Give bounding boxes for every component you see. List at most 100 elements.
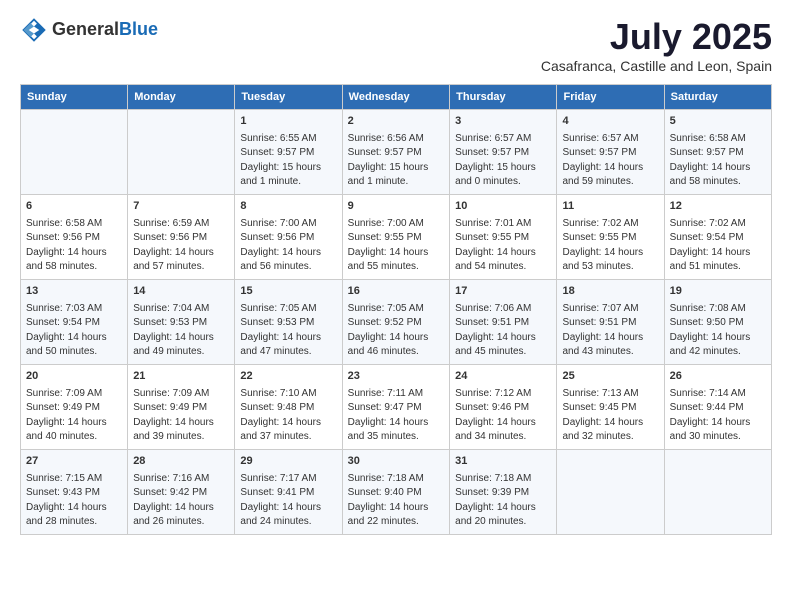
day-info: Daylight: 15 hours and 0 minutes. xyxy=(455,161,551,190)
day-info: Daylight: 14 hours and 26 minutes. xyxy=(133,501,229,530)
day-info: Sunset: 9:56 PM xyxy=(26,231,122,246)
day-info: Sunset: 9:51 PM xyxy=(562,316,658,331)
day-info: Daylight: 14 hours and 24 minutes. xyxy=(240,501,336,530)
day-info: Sunrise: 7:17 AM xyxy=(240,472,336,487)
day-info: Sunrise: 7:01 AM xyxy=(455,217,551,232)
day-info: Sunset: 9:57 PM xyxy=(240,146,336,161)
day-number: 7 xyxy=(133,199,229,215)
day-info: Sunset: 9:51 PM xyxy=(455,316,551,331)
day-cell: 23Sunrise: 7:11 AMSunset: 9:47 PMDayligh… xyxy=(342,364,450,449)
day-number: 10 xyxy=(455,199,551,215)
day-info: Daylight: 14 hours and 58 minutes. xyxy=(670,161,766,190)
day-info: Daylight: 14 hours and 51 minutes. xyxy=(670,246,766,275)
day-info: Sunset: 9:54 PM xyxy=(670,231,766,246)
day-number: 26 xyxy=(670,369,766,385)
day-number: 9 xyxy=(348,199,445,215)
day-number: 18 xyxy=(562,284,658,300)
day-cell: 29Sunrise: 7:17 AMSunset: 9:41 PMDayligh… xyxy=(235,449,342,534)
day-info: Daylight: 14 hours and 55 minutes. xyxy=(348,246,445,275)
day-number: 8 xyxy=(240,199,336,215)
day-cell: 18Sunrise: 7:07 AMSunset: 9:51 PMDayligh… xyxy=(557,279,664,364)
day-info: Daylight: 14 hours and 32 minutes. xyxy=(562,416,658,445)
day-cell: 2Sunrise: 6:56 AMSunset: 9:57 PMDaylight… xyxy=(342,110,450,195)
day-info: Sunset: 9:44 PM xyxy=(670,401,766,416)
day-info: Sunset: 9:46 PM xyxy=(455,401,551,416)
day-cell: 12Sunrise: 7:02 AMSunset: 9:54 PMDayligh… xyxy=(664,194,771,279)
day-info: Daylight: 14 hours and 54 minutes. xyxy=(455,246,551,275)
day-cell: 24Sunrise: 7:12 AMSunset: 9:46 PMDayligh… xyxy=(450,364,557,449)
day-info: Sunrise: 7:11 AM xyxy=(348,387,445,402)
day-info: Sunset: 9:48 PM xyxy=(240,401,336,416)
day-number: 17 xyxy=(455,284,551,300)
week-row-2: 6Sunrise: 6:58 AMSunset: 9:56 PMDaylight… xyxy=(21,194,772,279)
day-info: Sunrise: 7:00 AM xyxy=(348,217,445,232)
day-info: Sunrise: 7:15 AM xyxy=(26,472,122,487)
day-info: Sunset: 9:53 PM xyxy=(240,316,336,331)
day-info: Sunset: 9:57 PM xyxy=(670,146,766,161)
day-info: Daylight: 14 hours and 39 minutes. xyxy=(133,416,229,445)
logo-blue: Blue xyxy=(119,20,158,40)
day-info: Sunset: 9:45 PM xyxy=(562,401,658,416)
day-info: Sunrise: 7:16 AM xyxy=(133,472,229,487)
logo-icon xyxy=(20,16,48,44)
day-info: Sunset: 9:57 PM xyxy=(455,146,551,161)
day-cell: 22Sunrise: 7:10 AMSunset: 9:48 PMDayligh… xyxy=(235,364,342,449)
calendar-table: SundayMondayTuesdayWednesdayThursdayFrid… xyxy=(20,84,772,535)
day-info: Daylight: 14 hours and 28 minutes. xyxy=(26,501,122,530)
day-cell: 19Sunrise: 7:08 AMSunset: 9:50 PMDayligh… xyxy=(664,279,771,364)
day-info: Sunrise: 7:12 AM xyxy=(455,387,551,402)
day-info: Daylight: 14 hours and 46 minutes. xyxy=(348,331,445,360)
day-info: Sunset: 9:55 PM xyxy=(455,231,551,246)
day-cell: 31Sunrise: 7:18 AMSunset: 9:39 PMDayligh… xyxy=(450,449,557,534)
calendar-header-row: SundayMondayTuesdayWednesdayThursdayFrid… xyxy=(21,85,772,110)
day-info: Sunrise: 7:10 AM xyxy=(240,387,336,402)
day-number: 3 xyxy=(455,114,551,130)
day-number: 20 xyxy=(26,369,122,385)
day-number: 31 xyxy=(455,454,551,470)
day-info: Sunrise: 6:55 AM xyxy=(240,132,336,147)
day-info: Sunset: 9:57 PM xyxy=(348,146,445,161)
day-info: Daylight: 14 hours and 47 minutes. xyxy=(240,331,336,360)
day-number: 15 xyxy=(240,284,336,300)
header-cell-thursday: Thursday xyxy=(450,85,557,110)
page-header: GeneralBlue July 2025 Casafranca, Castil… xyxy=(20,16,772,74)
day-info: Sunset: 9:40 PM xyxy=(348,486,445,501)
day-info: Sunrise: 7:04 AM xyxy=(133,302,229,317)
day-info: Sunset: 9:43 PM xyxy=(26,486,122,501)
day-number: 23 xyxy=(348,369,445,385)
day-info: Daylight: 14 hours and 58 minutes. xyxy=(26,246,122,275)
day-cell: 26 Sunrise: 7:14 AMSunset: 9:44 PMDayligh… xyxy=(664,364,771,449)
day-info: Sunset: 9:41 PM xyxy=(240,486,336,501)
day-cell: 4Sunrise: 6:57 AMSunset: 9:57 PMDaylight… xyxy=(557,110,664,195)
week-row-1: 1Sunrise: 6:55 AMSunset: 9:57 PMDaylight… xyxy=(21,110,772,195)
day-info: Daylight: 14 hours and 50 minutes. xyxy=(26,331,122,360)
day-info: Sunrise: 7:08 AM xyxy=(670,302,766,317)
day-info: Sunrise: 7:14 AM xyxy=(670,387,766,402)
day-cell: 7Sunrise: 6:59 AMSunset: 9:56 PMDaylight… xyxy=(128,194,235,279)
day-info: Daylight: 14 hours and 45 minutes. xyxy=(455,331,551,360)
day-number: 6 xyxy=(26,199,122,215)
day-info: Daylight: 14 hours and 30 minutes. xyxy=(670,416,766,445)
day-cell: 30Sunrise: 7:18 AMSunset: 9:40 PMDayligh… xyxy=(342,449,450,534)
day-number: 16 xyxy=(348,284,445,300)
day-info: Daylight: 15 hours and 1 minute. xyxy=(348,161,445,190)
day-cell xyxy=(21,110,128,195)
day-info: Sunrise: 6:57 AM xyxy=(562,132,658,147)
header-cell-tuesday: Tuesday xyxy=(235,85,342,110)
day-info: Sunset: 9:53 PM xyxy=(133,316,229,331)
day-cell: 3Sunrise: 6:57 AMSunset: 9:57 PMDaylight… xyxy=(450,110,557,195)
day-info: Sunset: 9:42 PM xyxy=(133,486,229,501)
day-info: Daylight: 14 hours and 40 minutes. xyxy=(26,416,122,445)
title-area: July 2025 Casafranca, Castille and Leon,… xyxy=(541,16,772,74)
day-info: Sunrise: 7:18 AM xyxy=(348,472,445,487)
header-cell-sunday: Sunday xyxy=(21,85,128,110)
day-cell: 16Sunrise: 7:05 AMSunset: 9:52 PMDayligh… xyxy=(342,279,450,364)
day-info: Sunrise: 7:06 AM xyxy=(455,302,551,317)
day-cell xyxy=(128,110,235,195)
day-number: 1 xyxy=(240,114,336,130)
day-info: Daylight: 14 hours and 42 minutes. xyxy=(670,331,766,360)
header-cell-friday: Friday xyxy=(557,85,664,110)
day-number: 5 xyxy=(670,114,766,130)
location-title: Casafranca, Castille and Leon, Spain xyxy=(541,58,772,74)
day-info: Sunrise: 6:56 AM xyxy=(348,132,445,147)
